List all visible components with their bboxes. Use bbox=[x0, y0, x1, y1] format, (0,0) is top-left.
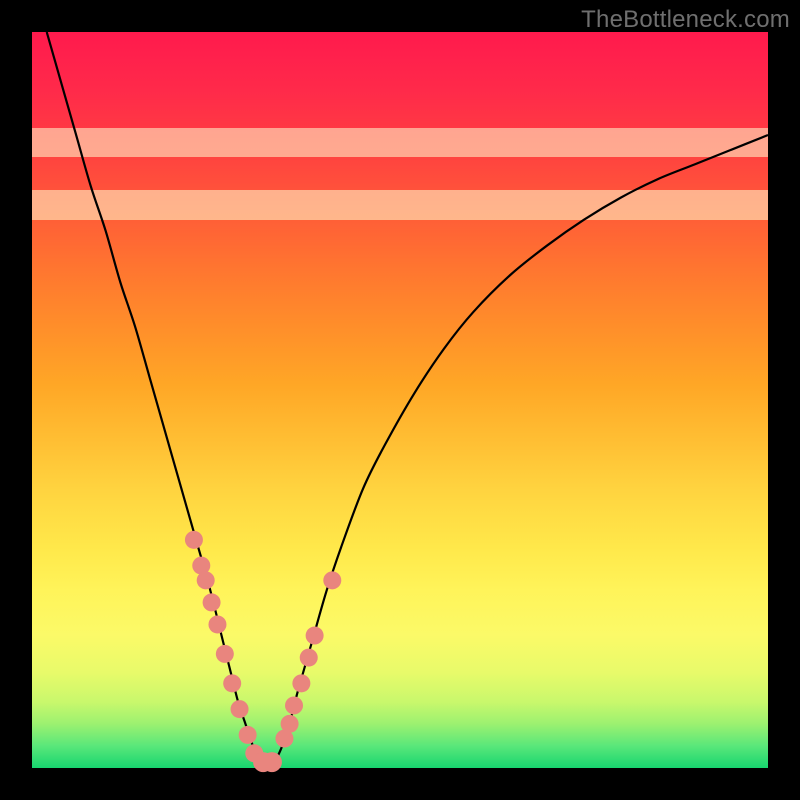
data-marker bbox=[185, 531, 203, 549]
data-marker bbox=[300, 649, 318, 667]
data-marker bbox=[262, 752, 282, 772]
data-marker bbox=[197, 571, 215, 589]
data-marker bbox=[231, 700, 249, 718]
data-marker bbox=[208, 615, 226, 633]
plot-area bbox=[32, 32, 768, 768]
marker-group bbox=[185, 531, 341, 772]
data-marker bbox=[292, 674, 310, 692]
bottleneck-curve bbox=[47, 32, 768, 765]
data-marker bbox=[281, 715, 299, 733]
data-marker bbox=[285, 696, 303, 714]
data-marker bbox=[216, 645, 234, 663]
data-marker bbox=[306, 627, 324, 645]
data-marker bbox=[203, 593, 221, 611]
chart-frame: TheBottleneck.com bbox=[0, 0, 800, 800]
data-marker bbox=[323, 571, 341, 589]
plot-svg bbox=[32, 32, 768, 768]
watermark-text: TheBottleneck.com bbox=[581, 6, 790, 34]
data-marker bbox=[223, 674, 241, 692]
data-marker bbox=[239, 726, 257, 744]
